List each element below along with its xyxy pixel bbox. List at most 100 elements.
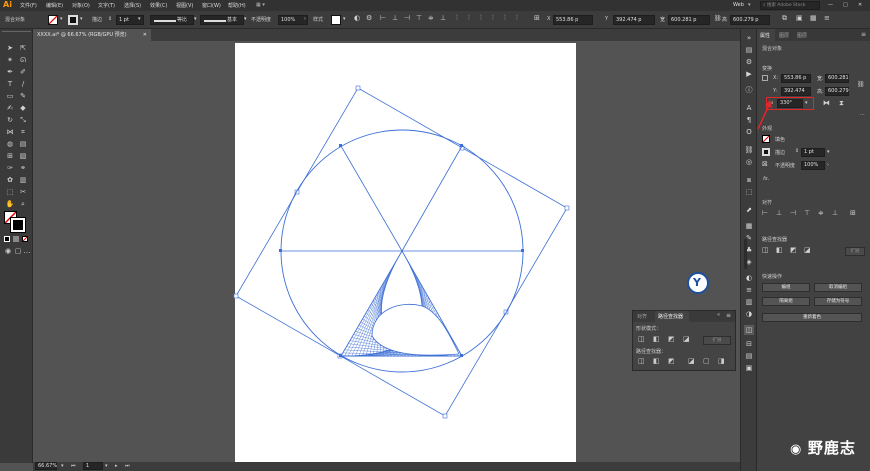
trim-icon[interactable]: ◧ — [653, 357, 660, 365]
anchor-point[interactable] — [460, 354, 463, 357]
prop-w-field[interactable]: 600.281 — [825, 74, 849, 83]
flip-vertical-icon[interactable]: ⧗ — [839, 99, 844, 108]
fill-swatch[interactable] — [762, 135, 770, 143]
scrollbar[interactable] — [744, 239, 747, 269]
chevron-right-icon[interactable]: › — [827, 162, 829, 168]
minus-back-icon[interactable]: ◨ — [718, 357, 725, 365]
transform-icon[interactable]: ⧉ — [782, 14, 787, 23]
expand-button[interactable]: 扩展 — [845, 247, 865, 256]
merge-icon[interactable]: ◩ — [668, 357, 675, 365]
anchor-point[interactable] — [339, 354, 342, 357]
pathfinder-icon[interactable]: ◫ — [744, 325, 754, 335]
flip-horizontal-icon[interactable]: ⧓ — [823, 99, 830, 107]
minus-front-icon[interactable]: ◧ — [776, 246, 783, 254]
play-icon[interactable]: ▶ — [744, 69, 754, 79]
panel-menu-icon[interactable]: ≡ — [861, 31, 866, 38]
intersect-icon[interactable]: ◩ — [790, 246, 797, 254]
stroke-panel-icon[interactable]: ≡ — [744, 285, 754, 295]
align-right-icon[interactable]: ⊣ — [790, 209, 796, 217]
prop-h-field[interactable]: 600.279 — [825, 87, 849, 96]
stroke-swatch[interactable] — [762, 148, 770, 156]
layers-icon[interactable]: ▤ — [744, 351, 754, 361]
ungroup-button[interactable]: 取消编组 — [814, 283, 862, 292]
divide-icon[interactable]: ◫ — [638, 357, 645, 365]
stepper-icon[interactable]: ⇕ — [795, 148, 799, 154]
anchor-point[interactable] — [521, 249, 524, 252]
align-bottom-icon[interactable]: ⊥ — [832, 209, 838, 217]
libraries-icon[interactable]: ▤ — [744, 45, 754, 55]
anchor-point[interactable] — [279, 249, 282, 252]
more-options-icon[interactable]: ⋯ — [860, 112, 865, 118]
paragraph-icon[interactable]: ¶ — [744, 115, 754, 125]
tab-pathfinder[interactable]: 路径查找器 — [655, 311, 689, 322]
fx-icon[interactable]: fx. — [763, 176, 769, 182]
exclude-icon[interactable]: ◪ — [683, 335, 690, 343]
minus-front-icon[interactable]: ◧ — [653, 335, 660, 343]
page-field[interactable]: 1 — [83, 462, 103, 470]
zoom-field[interactable]: 66.67% — [35, 462, 57, 470]
grid-icon[interactable]: ▦ — [810, 14, 817, 22]
align-hcenter-icon[interactable]: ⊥ — [776, 209, 782, 217]
chevron-down-icon[interactable]: ▾ — [61, 463, 64, 469]
gradient-panel-icon[interactable]: ▥ — [744, 297, 754, 307]
opentype-icon[interactable]: O — [744, 127, 754, 137]
anchor-point[interactable] — [339, 144, 342, 147]
chevron-down-icon[interactable]: ▾ — [105, 463, 108, 469]
prop-y-field[interactable]: 392.474 — [781, 87, 811, 96]
reference-point-icon[interactable] — [762, 75, 768, 81]
link-icon[interactable]: ⛓ — [857, 81, 865, 88]
bounding-box-handle[interactable] — [442, 413, 448, 419]
panel-menu-icon[interactable]: ≡ — [726, 312, 731, 319]
prop-opacity-field[interactable]: 100% — [801, 161, 825, 170]
intersect-icon[interactable]: ◩ — [668, 335, 675, 343]
links-icon[interactable]: ⛓ — [744, 145, 754, 155]
align-to-icon[interactable]: ⊞ — [850, 209, 856, 217]
last-page-icon[interactable]: ⏭ — [125, 463, 130, 469]
minimize-button[interactable]: — — [828, 2, 833, 8]
maximize-button[interactable]: □ — [843, 2, 848, 8]
bounding-box-handle[interactable] — [233, 293, 239, 299]
color-guide-icon[interactable]: ◎ — [744, 157, 754, 167]
align-top-icon[interactable]: ⊤ — [804, 209, 810, 217]
expand-button[interactable]: 扩展 — [703, 336, 731, 345]
tab-align[interactable]: 对齐 — [637, 313, 647, 320]
swatches-icon[interactable]: ▦ — [744, 221, 754, 231]
appearance-icon[interactable]: ◐ — [744, 273, 754, 283]
first-page-icon[interactable]: ⏮ — [71, 463, 76, 469]
transparency-icon[interactable]: ◑ — [744, 309, 754, 319]
next-page-icon[interactable]: ▸ — [115, 463, 118, 469]
isolate-icon[interactable]: ▣ — [796, 14, 803, 22]
close-button[interactable]: ✕ — [858, 2, 862, 8]
collapse-icon[interactable]: « — [717, 312, 720, 318]
stock-search-input[interactable]: ⌕ 搜索 Adobe Stock — [760, 1, 820, 10]
prop-stroke-field[interactable]: 1 pt — [801, 148, 825, 157]
anchor-point[interactable] — [460, 144, 463, 147]
artboards-icon[interactable]: ▣ — [744, 363, 754, 373]
tab-properties[interactable]: 属性 — [757, 29, 775, 41]
bounding-box-handle[interactable] — [355, 85, 361, 91]
character-icon[interactable]: A — [744, 103, 754, 113]
isolate-group-button[interactable]: 隔离组 — [762, 297, 810, 306]
export-icon[interactable]: ⬈ — [744, 205, 754, 215]
crop-icon[interactable]: ◪ — [688, 357, 695, 365]
tab-layers[interactable]: 图层 — [779, 32, 789, 39]
align-panel-icon[interactable]: ⊟ — [744, 339, 754, 349]
info-icon[interactable]: ⓘ — [744, 85, 754, 95]
group-button[interactable]: 编组 — [762, 283, 810, 292]
angle-field[interactable]: 330° — [777, 99, 803, 108]
align-left-icon[interactable]: ⊢ — [762, 209, 768, 217]
chevron-down-icon[interactable]: ▾ — [805, 100, 808, 106]
save-as-symbol-button[interactable]: 存储为符号 — [814, 297, 862, 306]
bounding-box-handle[interactable] — [564, 205, 570, 211]
gear-icon[interactable]: ⚙ — [744, 57, 754, 67]
panel-menu-icon[interactable]: ≡ — [824, 14, 830, 22]
chevron-down-icon[interactable]: ▾ — [827, 149, 830, 155]
unite-icon[interactable]: ◫ — [762, 246, 769, 254]
recolor-button[interactable]: 重新着色 — [762, 313, 862, 322]
outline-icon[interactable]: ▢ — [703, 357, 710, 365]
tab-libraries[interactable]: 图层 — [797, 32, 807, 39]
exclude-icon[interactable]: ◪ — [804, 246, 811, 254]
align-vcenter-icon[interactable]: ≑ — [818, 209, 824, 217]
unite-icon[interactable]: ◫ — [638, 335, 645, 343]
prop-x-field[interactable]: 553.86 p — [781, 74, 811, 83]
